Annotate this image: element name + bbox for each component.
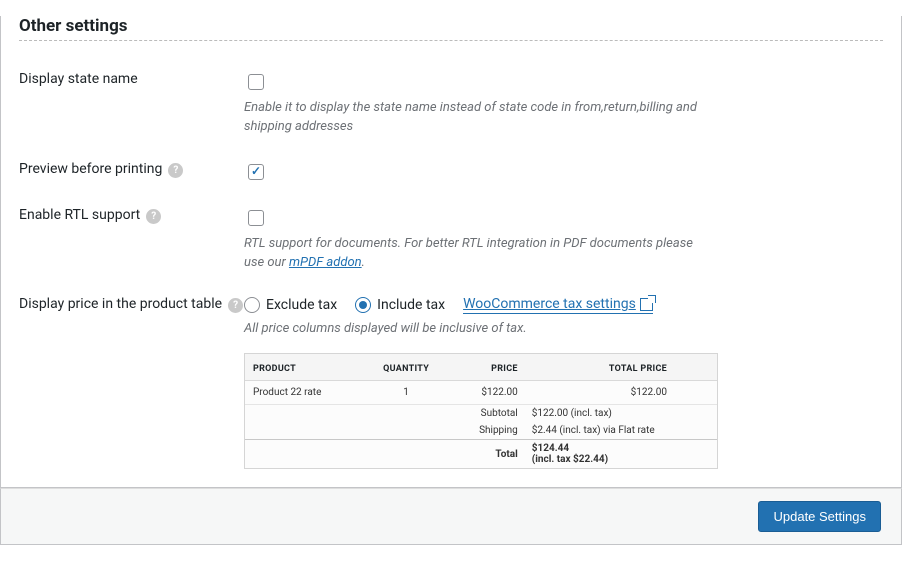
- col-product: PRODUCT: [245, 354, 363, 381]
- row-enable-rtl: Enable RTL support ? RTL support for doc…: [19, 183, 883, 273]
- price-preview-table: PRODUCT QUANTITY PRICE TOTAL PRICE Produ…: [245, 354, 717, 468]
- total-value: $124.44 (incl. tax $22.44): [526, 440, 717, 469]
- enable-rtl-label: Enable RTL support: [19, 207, 140, 223]
- shipping-value: $2.44 (incl. tax) via Flat rate: [526, 422, 717, 440]
- total-amount: $124.44: [532, 443, 569, 454]
- subtotal-row: Subtotal $122.00 (incl. tax): [245, 405, 717, 423]
- price-preview-box: PRODUCT QUANTITY PRICE TOTAL PRICE Produ…: [244, 353, 718, 469]
- enable-rtl-desc: RTL support for documents. For better RT…: [244, 235, 704, 273]
- col-quantity: QUANTITY: [363, 354, 450, 381]
- col-total: TOTAL PRICE: [526, 354, 717, 381]
- total-label: Total: [449, 440, 525, 469]
- total-row: Total $124.44 (incl. tax $22.44): [245, 440, 717, 469]
- include-tax-option[interactable]: Include tax: [355, 297, 445, 313]
- subtotal-label: Subtotal: [449, 405, 525, 423]
- help-icon[interactable]: ?: [228, 298, 243, 313]
- footer-bar: Update Settings: [0, 488, 902, 545]
- preview-before-printing-label: Preview before printing: [19, 161, 162, 177]
- include-tax-label: Include tax: [377, 297, 445, 313]
- include-tax-radio[interactable]: [355, 297, 371, 313]
- cell-quantity: 1: [363, 381, 450, 405]
- help-icon[interactable]: ?: [146, 209, 161, 224]
- exclude-tax-radio[interactable]: [244, 297, 260, 313]
- display-price-label: Display price in the product table: [19, 296, 222, 312]
- cell-total: $122.00: [526, 381, 717, 405]
- section-title: Other settings: [19, 16, 883, 41]
- display-state-name-label: Display state name: [19, 71, 138, 87]
- enable-rtl-checkbox[interactable]: [248, 210, 264, 226]
- cell-price: $122.00: [449, 381, 525, 405]
- external-link-icon: [640, 298, 653, 311]
- shipping-label: Shipping: [449, 422, 525, 440]
- woocommerce-tax-settings-label: WooCommerce tax settings: [463, 296, 636, 312]
- display-price-desc: All price columns displayed will be incl…: [244, 320, 704, 339]
- update-settings-button[interactable]: Update Settings: [758, 501, 881, 532]
- subtotal-value: $122.00 (incl. tax): [526, 405, 717, 423]
- enable-rtl-desc-post: .: [362, 255, 365, 270]
- row-display-price: Display price in the product table ? Exc…: [19, 272, 883, 469]
- help-icon[interactable]: ?: [168, 163, 183, 178]
- shipping-row: Shipping $2.44 (incl. tax) via Flat rate: [245, 422, 717, 440]
- cell-product: Product 22 rate: [245, 381, 363, 405]
- total-incl-tax: (incl. tax $22.44): [532, 454, 608, 465]
- row-preview-before-printing: Preview before printing ?: [19, 137, 883, 183]
- exclude-tax-label: Exclude tax: [266, 297, 337, 313]
- preview-before-printing-checkbox[interactable]: [248, 164, 264, 180]
- table-row: Product 22 rate 1 $122.00 $122.00: [245, 381, 717, 405]
- other-settings-panel: Other settings Display state name Enable…: [0, 16, 902, 488]
- row-display-state-name: Display state name Enable it to display …: [19, 47, 883, 137]
- col-price: PRICE: [449, 354, 525, 381]
- display-state-name-checkbox[interactable]: [248, 74, 264, 90]
- woocommerce-tax-settings-link[interactable]: WooCommerce tax settings: [463, 296, 653, 314]
- mpdf-addon-link[interactable]: mPDF addon: [289, 255, 362, 270]
- exclude-tax-option[interactable]: Exclude tax: [244, 297, 337, 313]
- display-state-name-desc: Enable it to display the state name inst…: [244, 99, 704, 137]
